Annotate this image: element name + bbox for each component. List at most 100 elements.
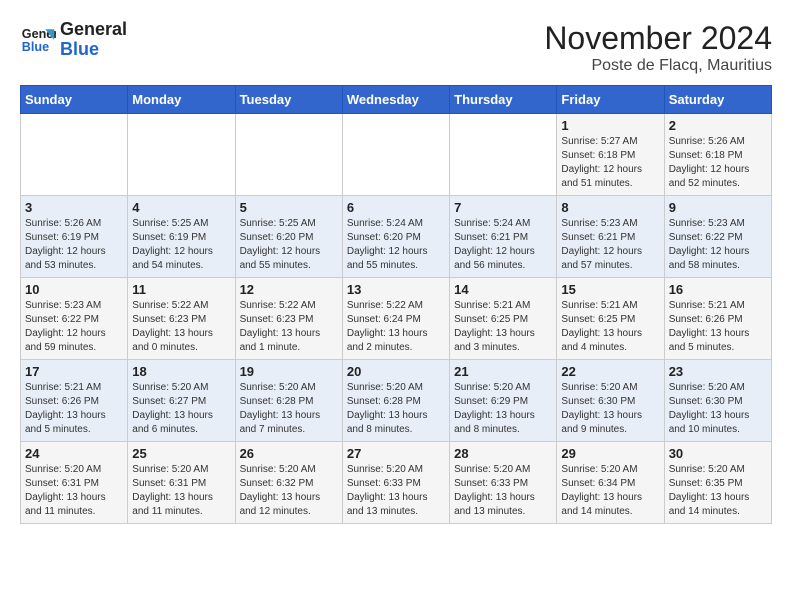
calendar-cell: 4 Sunrise: 5:25 AM Sunset: 6:19 PM Daylig…: [128, 196, 235, 278]
day-number: 28: [454, 446, 552, 461]
weekday-header: Tuesday: [235, 86, 342, 114]
day-info: Sunrise: 5:21 AM Sunset: 6:25 PM Dayligh…: [454, 299, 552, 355]
weekday-header: Friday: [557, 86, 664, 114]
page-header: General Blue General Blue November 2024 …: [20, 20, 772, 75]
calendar-week-row: 10 Sunrise: 5:23 AM Sunset: 6:22 PM Dayli…: [21, 278, 772, 360]
day-number: 6: [347, 200, 445, 215]
day-info: Sunrise: 5:23 AM Sunset: 6:21 PM Dayligh…: [561, 217, 659, 273]
calendar-cell: 17Sunrise: 5:21 AM Sunset: 6:26 PM Dayli…: [21, 360, 128, 442]
day-info: Sunrise: 5:20 AM Sunset: 6:33 PM Dayligh…: [454, 463, 552, 519]
logo: General Blue General Blue: [20, 20, 127, 60]
calendar-cell: [342, 114, 449, 196]
day-number: 10: [25, 282, 123, 297]
calendar-table: SundayMondayTuesdayWednesdayThursdayFrid…: [20, 85, 772, 524]
day-number: 27: [347, 446, 445, 461]
day-info: Sunrise: 5:26 AM Sunset: 6:18 PM Dayligh…: [669, 135, 767, 191]
day-info: Sunrise: 5:21 AM Sunset: 6:26 PM Dayligh…: [669, 299, 767, 355]
day-info: Sunrise: 5:23 AM Sunset: 6:22 PM Dayligh…: [669, 217, 767, 273]
calendar-cell: 8 Sunrise: 5:23 AM Sunset: 6:21 PM Daylig…: [557, 196, 664, 278]
calendar-cell: [128, 114, 235, 196]
day-info: Sunrise: 5:20 AM Sunset: 6:29 PM Dayligh…: [454, 381, 552, 437]
day-number: 29: [561, 446, 659, 461]
day-info: Sunrise: 5:22 AM Sunset: 6:23 PM Dayligh…: [132, 299, 230, 355]
day-number: 17: [25, 364, 123, 379]
day-number: 18: [132, 364, 230, 379]
calendar-cell: 26 Sunrise: 5:20 AM Sunset: 6:32 PM Dayli…: [235, 442, 342, 524]
day-number: 26: [240, 446, 338, 461]
calendar-cell: 16 Sunrise: 5:21 AM Sunset: 6:26 PM Dayli…: [664, 278, 771, 360]
day-number: 1: [561, 118, 659, 133]
day-info: Sunrise: 5:20 AM Sunset: 6:31 PM Dayligh…: [25, 463, 123, 519]
day-number: 9: [669, 200, 767, 215]
day-info: Sunrise: 5:24 AM Sunset: 6:20 PM Dayligh…: [347, 217, 445, 273]
calendar-week-row: 1 Sunrise: 5:27 AM Sunset: 6:18 PM Daylig…: [21, 114, 772, 196]
day-info: Sunrise: 5:20 AM Sunset: 6:30 PM Dayligh…: [561, 381, 659, 437]
calendar-cell: 9 Sunrise: 5:23 AM Sunset: 6:22 PM Daylig…: [664, 196, 771, 278]
calendar-cell: 29Sunrise: 5:20 AM Sunset: 6:34 PM Dayli…: [557, 442, 664, 524]
day-info: Sunrise: 5:22 AM Sunset: 6:23 PM Dayligh…: [240, 299, 338, 355]
title-block: November 2024 Poste de Flacq, Mauritius: [544, 20, 772, 75]
calendar-cell: 15Sunrise: 5:21 AM Sunset: 6:25 PM Dayli…: [557, 278, 664, 360]
day-info: Sunrise: 5:20 AM Sunset: 6:28 PM Dayligh…: [347, 381, 445, 437]
day-info: Sunrise: 5:27 AM Sunset: 6:18 PM Dayligh…: [561, 135, 659, 191]
calendar-cell: [235, 114, 342, 196]
day-info: Sunrise: 5:25 AM Sunset: 6:20 PM Dayligh…: [240, 217, 338, 273]
calendar-week-row: 24Sunrise: 5:20 AM Sunset: 6:31 PM Dayli…: [21, 442, 772, 524]
day-info: Sunrise: 5:20 AM Sunset: 6:28 PM Dayligh…: [240, 381, 338, 437]
calendar-cell: 10 Sunrise: 5:23 AM Sunset: 6:22 PM Dayli…: [21, 278, 128, 360]
day-info: Sunrise: 5:23 AM Sunset: 6:22 PM Dayligh…: [25, 299, 123, 355]
calendar-cell: 30 Sunrise: 5:20 AM Sunset: 6:35 PM Dayli…: [664, 442, 771, 524]
day-number: 3: [25, 200, 123, 215]
calendar-cell: 13 Sunrise: 5:22 AM Sunset: 6:24 PM Dayli…: [342, 278, 449, 360]
svg-text:Blue: Blue: [22, 40, 49, 54]
page-subtitle: Poste de Flacq, Mauritius: [544, 57, 772, 75]
day-info: Sunrise: 5:20 AM Sunset: 6:27 PM Dayligh…: [132, 381, 230, 437]
day-number: 11: [132, 282, 230, 297]
day-number: 2: [669, 118, 767, 133]
day-info: Sunrise: 5:20 AM Sunset: 6:35 PM Dayligh…: [669, 463, 767, 519]
calendar-cell: 23 Sunrise: 5:20 AM Sunset: 6:30 PM Dayli…: [664, 360, 771, 442]
logo-text-general: General: [60, 20, 127, 40]
day-number: 8: [561, 200, 659, 215]
day-info: Sunrise: 5:26 AM Sunset: 6:19 PM Dayligh…: [25, 217, 123, 273]
calendar-header-row: SundayMondayTuesdayWednesdayThursdayFrid…: [21, 86, 772, 114]
calendar-week-row: 3 Sunrise: 5:26 AM Sunset: 6:19 PM Daylig…: [21, 196, 772, 278]
calendar-cell: 18 Sunrise: 5:20 AM Sunset: 6:27 PM Dayli…: [128, 360, 235, 442]
calendar-cell: 1 Sunrise: 5:27 AM Sunset: 6:18 PM Daylig…: [557, 114, 664, 196]
day-number: 7: [454, 200, 552, 215]
day-info: Sunrise: 5:24 AM Sunset: 6:21 PM Dayligh…: [454, 217, 552, 273]
day-number: 19: [240, 364, 338, 379]
day-number: 23: [669, 364, 767, 379]
page-title: November 2024: [544, 20, 772, 57]
day-number: 30: [669, 446, 767, 461]
calendar-week-row: 17Sunrise: 5:21 AM Sunset: 6:26 PM Dayli…: [21, 360, 772, 442]
calendar-cell: 7 Sunrise: 5:24 AM Sunset: 6:21 PM Daylig…: [450, 196, 557, 278]
day-number: 20: [347, 364, 445, 379]
calendar-cell: 5Sunrise: 5:25 AM Sunset: 6:20 PM Daylig…: [235, 196, 342, 278]
day-number: 13: [347, 282, 445, 297]
weekday-header: Saturday: [664, 86, 771, 114]
calendar-cell: 14 Sunrise: 5:21 AM Sunset: 6:25 PM Dayli…: [450, 278, 557, 360]
day-number: 16: [669, 282, 767, 297]
weekday-header: Wednesday: [342, 86, 449, 114]
calendar-cell: 19 Sunrise: 5:20 AM Sunset: 6:28 PM Dayli…: [235, 360, 342, 442]
day-number: 4: [132, 200, 230, 215]
calendar-cell: 22Sunrise: 5:20 AM Sunset: 6:30 PM Dayli…: [557, 360, 664, 442]
calendar-cell: 12 Sunrise: 5:22 AM Sunset: 6:23 PM Dayli…: [235, 278, 342, 360]
logo-icon: General Blue: [20, 22, 56, 58]
day-number: 14: [454, 282, 552, 297]
day-info: Sunrise: 5:20 AM Sunset: 6:30 PM Dayligh…: [669, 381, 767, 437]
day-number: 12: [240, 282, 338, 297]
calendar-cell: 28 Sunrise: 5:20 AM Sunset: 6:33 PM Dayli…: [450, 442, 557, 524]
calendar-cell: 6 Sunrise: 5:24 AM Sunset: 6:20 PM Daylig…: [342, 196, 449, 278]
weekday-header: Thursday: [450, 86, 557, 114]
calendar-cell: 11 Sunrise: 5:22 AM Sunset: 6:23 PM Dayli…: [128, 278, 235, 360]
day-info: Sunrise: 5:25 AM Sunset: 6:19 PM Dayligh…: [132, 217, 230, 273]
day-number: 15: [561, 282, 659, 297]
day-info: Sunrise: 5:20 AM Sunset: 6:32 PM Dayligh…: [240, 463, 338, 519]
calendar-cell: 24Sunrise: 5:20 AM Sunset: 6:31 PM Dayli…: [21, 442, 128, 524]
calendar-cell: 21Sunrise: 5:20 AM Sunset: 6:29 PM Dayli…: [450, 360, 557, 442]
calendar-cell: 3 Sunrise: 5:26 AM Sunset: 6:19 PM Daylig…: [21, 196, 128, 278]
day-info: Sunrise: 5:22 AM Sunset: 6:24 PM Dayligh…: [347, 299, 445, 355]
calendar-cell: [21, 114, 128, 196]
